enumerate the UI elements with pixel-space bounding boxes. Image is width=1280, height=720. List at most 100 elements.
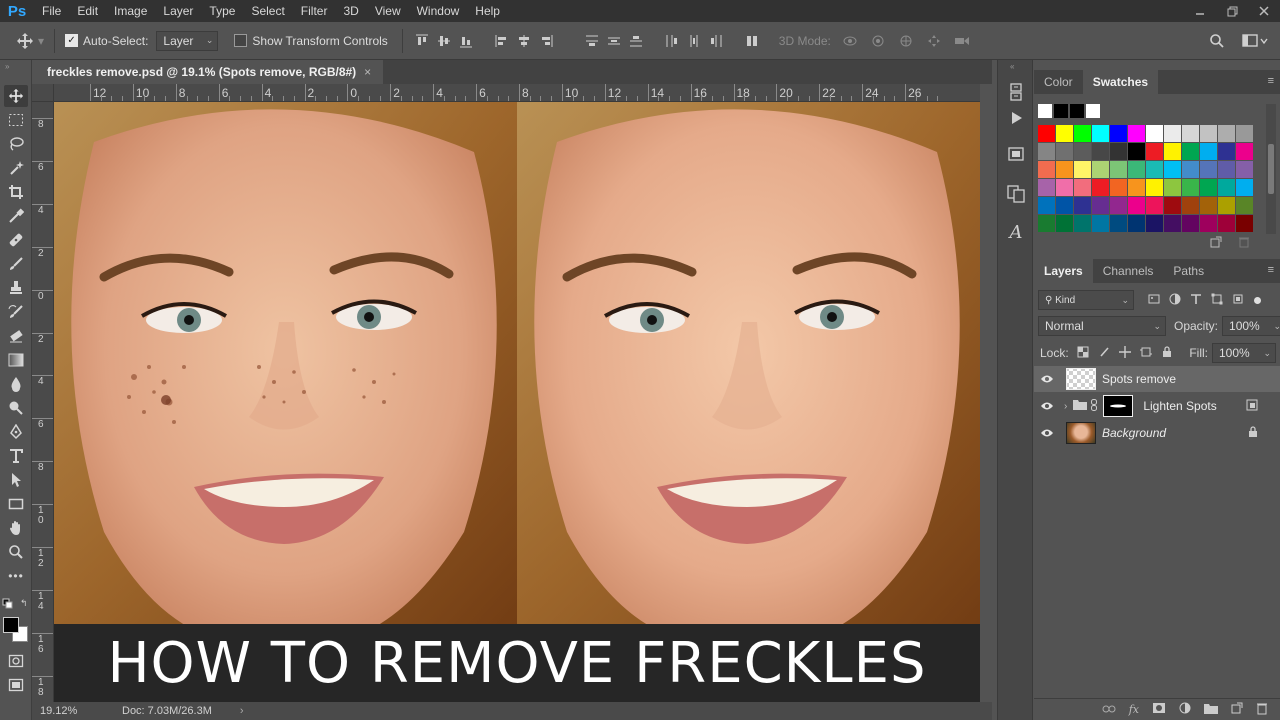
color-swatch[interactable] [1092, 125, 1109, 142]
auto-select-checkbox[interactable]: ✓ [65, 34, 79, 47]
tab-paths[interactable]: Paths [1163, 259, 1214, 283]
color-swatch[interactable] [1200, 215, 1217, 232]
visibility-eye-icon[interactable] [1034, 374, 1060, 384]
link-layers-icon[interactable] [1102, 704, 1116, 716]
blend-mode-dropdown[interactable]: Normal ⌄ [1038, 316, 1166, 336]
trash-icon[interactable] [1238, 236, 1250, 251]
color-swatch[interactable] [1146, 161, 1163, 178]
color-swatch[interactable] [1146, 143, 1163, 160]
color-swatch[interactable] [1128, 125, 1145, 142]
align-left-icon[interactable] [493, 32, 511, 50]
restore-icon[interactable] [1216, 0, 1248, 22]
tab-channels[interactable]: Channels [1093, 259, 1164, 283]
color-swatch[interactable] [1200, 125, 1217, 142]
color-swatch[interactable] [1182, 143, 1199, 160]
color-swatch[interactable] [1164, 125, 1181, 142]
pen-tool-icon[interactable] [4, 421, 28, 443]
color-swatch[interactable] [1164, 161, 1181, 178]
color-swatch[interactable] [1056, 125, 1073, 142]
visibility-eye-icon[interactable] [1034, 401, 1060, 411]
quick-mask-icon[interactable] [4, 650, 28, 672]
color-swatch[interactable] [1092, 215, 1109, 232]
tab-layers[interactable]: Layers [1034, 259, 1093, 283]
layer-mask-thumbnail[interactable] [1103, 395, 1134, 417]
workspace-switcher-icon[interactable] [1240, 30, 1270, 52]
foreground-color-swatch[interactable] [3, 617, 19, 633]
horizontal-ruler[interactable]: 12 10 8 6 4 2 0 2 4 6 8 10 12 14 16 18 20 22 24 26 [54, 84, 980, 102]
menu-view[interactable]: View [367, 0, 409, 22]
color-swatch[interactable] [1056, 143, 1073, 160]
color-swatch[interactable] [1056, 161, 1073, 178]
menu-help[interactable]: Help [467, 0, 508, 22]
eyedropper-tool-icon[interactable] [4, 205, 28, 227]
history-brush-tool-icon[interactable] [4, 301, 28, 323]
hand-tool-icon[interactable] [4, 517, 28, 539]
color-swatch[interactable] [1146, 215, 1163, 232]
filter-smart-object-icon[interactable] [1232, 293, 1244, 308]
color-swatch[interactable] [1074, 143, 1091, 160]
document-tab[interactable]: freckles remove.psd @ 19.1% (Spots remov… [32, 60, 384, 84]
adjustment-layer-icon[interactable] [1179, 702, 1191, 717]
eraser-tool-icon[interactable] [4, 325, 28, 347]
vertical-ruler[interactable]: 8 6 4 2 0 2 4 6 8 10 12 14 16 18 [32, 102, 54, 702]
filter-type-icon[interactable] [1190, 293, 1202, 308]
swap-colors-icon[interactable]: ↰ [20, 598, 28, 609]
ruler-origin[interactable] [32, 84, 54, 102]
status-menu-arrow-icon[interactable]: › [240, 705, 244, 717]
glyphs-panel-icon[interactable] [1004, 182, 1028, 206]
add-mask-icon[interactable] [1152, 702, 1166, 717]
delete-layer-icon[interactable] [1256, 702, 1268, 718]
distribute-hcenter-icon[interactable] [685, 32, 703, 50]
color-swatch[interactable] [1146, 125, 1163, 142]
move-tool-icon[interactable] [14, 30, 36, 52]
color-swatch[interactable] [1074, 179, 1091, 196]
color-swatch[interactable] [1110, 143, 1127, 160]
healing-brush-tool-icon[interactable] [4, 229, 28, 251]
color-swatch[interactable] [1218, 161, 1235, 178]
color-swatch[interactable] [1218, 179, 1235, 196]
collapse-icon[interactable]: » [5, 62, 9, 71]
layer-name[interactable]: Lighten Spots [1143, 399, 1216, 413]
minimize-icon[interactable] [1184, 0, 1216, 22]
color-swatch[interactable] [1182, 197, 1199, 214]
history-panel-icon[interactable] [1004, 80, 1028, 104]
filter-pixel-icon[interactable] [1148, 293, 1160, 308]
distribute-right-icon[interactable] [707, 32, 725, 50]
panel-menu-icon[interactable]: ≡ [1268, 75, 1274, 87]
fx-icon[interactable]: fx [1129, 703, 1139, 716]
scrollbar-thumb[interactable] [1268, 144, 1274, 194]
layer-name[interactable]: Spots remove [1102, 372, 1176, 386]
menu-type[interactable]: Type [201, 0, 243, 22]
layer-row[interactable]: Spots remove [1034, 366, 1280, 392]
zoom-tool-icon[interactable] [4, 541, 28, 563]
clone-stamp-tool-icon[interactable] [4, 277, 28, 299]
distribute-bottom-icon[interactable] [627, 32, 645, 50]
color-swatch[interactable] [1218, 197, 1235, 214]
color-swatch[interactable] [1128, 197, 1145, 214]
color-swatch[interactable] [1110, 161, 1127, 178]
menu-layer[interactable]: Layer [155, 0, 201, 22]
mask-link-icon[interactable] [1091, 398, 1098, 414]
menu-image[interactable]: Image [106, 0, 155, 22]
brush-tool-icon[interactable] [4, 253, 28, 275]
layer-row[interactable]: Background [1034, 420, 1280, 446]
tab-swatches[interactable]: Swatches [1082, 70, 1159, 94]
color-swatch[interactable] [1236, 161, 1253, 178]
gradient-tool-icon[interactable] [4, 349, 28, 371]
new-swatch-icon[interactable] [1210, 236, 1222, 251]
color-swatch[interactable] [1236, 179, 1253, 196]
color-swatch[interactable] [1038, 179, 1055, 196]
marquee-tool-icon[interactable] [4, 109, 28, 131]
filter-toggle-icon[interactable] [1254, 296, 1261, 304]
align-top-icon[interactable] [413, 32, 431, 50]
preset-chevron-icon[interactable]: ▾ [38, 34, 44, 48]
3d-roll-icon[interactable] [869, 32, 887, 50]
actions-play-icon[interactable] [1004, 106, 1028, 130]
color-swatch[interactable] [1200, 179, 1217, 196]
lasso-tool-icon[interactable] [4, 133, 28, 155]
search-icon[interactable] [1206, 30, 1228, 52]
color-swatch[interactable] [1056, 179, 1073, 196]
layer-row[interactable]: › Lighten Spots [1034, 393, 1280, 419]
color-swatch[interactable] [1074, 161, 1091, 178]
blur-tool-icon[interactable] [4, 373, 28, 395]
